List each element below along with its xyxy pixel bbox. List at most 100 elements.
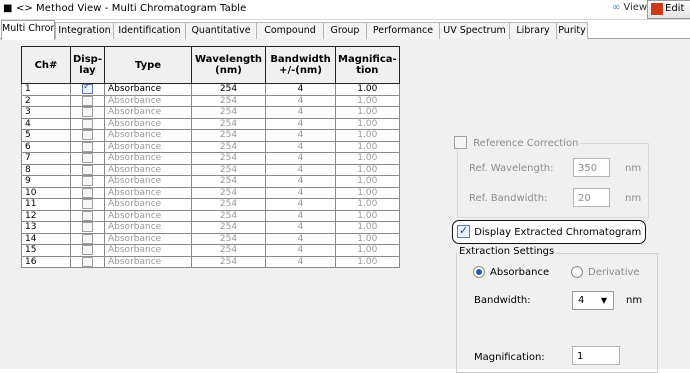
cell-bandwidth[interactable]: 4 (265, 175, 336, 188)
cell-type[interactable]: Absorbance (104, 106, 192, 119)
cell-magnification[interactable]: 1.00 (335, 232, 400, 245)
cell-wavelength[interactable]: 254 (191, 186, 266, 199)
table-row[interactable]: 16 Absorbance 254 4 1.00 (21, 255, 400, 268)
cell-wavelength[interactable]: 254 (191, 175, 266, 188)
cell-magnification[interactable]: 1.00 (335, 152, 400, 165)
cell-magnification[interactable]: 1.00 (335, 198, 400, 211)
cell-display[interactable] (70, 106, 105, 119)
cell-display[interactable] (70, 94, 105, 107)
display-checkbox[interactable] (82, 245, 93, 255)
cell-wavelength[interactable]: 254 (191, 209, 266, 222)
display-checkbox[interactable] (82, 118, 93, 129)
cell-ch[interactable]: 9 (21, 175, 71, 188)
cell-display[interactable] (70, 232, 105, 245)
cell-display[interactable] (70, 244, 105, 257)
tab-library[interactable]: Library (509, 22, 557, 39)
cell-bandwidth[interactable]: 4 (265, 129, 336, 142)
cell-wavelength[interactable]: 254 (191, 198, 266, 211)
reference-correction-checkbox[interactable]: Reference Correction (454, 136, 581, 149)
tab-performance[interactable]: Performance (366, 22, 440, 39)
tab-identification[interactable]: Identification (113, 22, 186, 39)
cell-wavelength[interactable]: 254 (191, 221, 266, 234)
cell-bandwidth[interactable]: 4 (265, 83, 336, 96)
bandwidth-dropdown[interactable]: 4 ▼ (572, 291, 614, 310)
tab-uv-spectrum[interactable]: UV Spectrum (439, 22, 510, 39)
cell-magnification[interactable]: 1.00 (335, 129, 400, 142)
cell-ch[interactable]: 5 (21, 129, 71, 142)
reference-correction-box[interactable] (454, 136, 467, 149)
cell-display[interactable] (70, 198, 105, 211)
cell-bandwidth[interactable]: 4 (265, 163, 336, 176)
table-row[interactable]: 3 Absorbance 254 4 1.00 (21, 106, 400, 119)
table-row[interactable]: 14 Absorbance 254 4 1.00 (21, 232, 400, 245)
display-checkbox[interactable] (82, 164, 93, 175)
cell-ch[interactable]: 13 (21, 221, 71, 234)
tab-multi-chrom[interactable]: Multi Chrom (1, 20, 55, 40)
table-row[interactable]: 12 Absorbance 254 4 1.00 (21, 209, 400, 222)
cell-ch[interactable]: 1 (21, 83, 71, 96)
cell-type[interactable]: Absorbance (104, 255, 192, 268)
cell-magnification[interactable]: 1.00 (335, 221, 400, 234)
cell-type[interactable]: Absorbance (104, 117, 192, 130)
cell-wavelength[interactable]: 254 (191, 83, 266, 96)
cell-wavelength[interactable]: 254 (191, 163, 266, 176)
tab-purity[interactable]: Purity (556, 22, 588, 39)
display-checkbox[interactable] (82, 141, 93, 152)
cell-wavelength[interactable]: 254 (191, 152, 266, 165)
cell-type[interactable]: Absorbance (104, 83, 192, 96)
cell-ch[interactable]: 12 (21, 209, 71, 222)
cell-type[interactable]: Absorbance (104, 175, 192, 188)
cell-ch[interactable]: 8 (21, 163, 71, 176)
view-button[interactable]: ∞ View (612, 2, 647, 13)
table-row[interactable]: 15 Absorbance 254 4 1.00 (21, 244, 400, 257)
table-row[interactable]: 7 Absorbance 254 4 1.00 (21, 152, 400, 165)
derivative-radio[interactable]: Derivative (571, 266, 640, 278)
magnification-input[interactable]: 1 (572, 346, 620, 365)
cell-bandwidth[interactable]: 4 (265, 244, 336, 257)
display-checkbox[interactable] (82, 256, 93, 267)
cell-type[interactable]: Absorbance (104, 129, 192, 142)
display-extracted-checkbox[interactable]: Display Extracted Chromatogram (457, 224, 641, 238)
cell-bandwidth[interactable]: 4 (265, 221, 336, 234)
cell-type[interactable]: Absorbance (104, 232, 192, 245)
ref-bandwidth-input[interactable]: 20 (573, 188, 610, 207)
cell-wavelength[interactable]: 254 (191, 255, 266, 268)
cell-display[interactable] (70, 140, 105, 153)
cell-wavelength[interactable]: 254 (191, 129, 266, 142)
cell-type[interactable]: Absorbance (104, 94, 192, 107)
display-checkbox[interactable] (82, 130, 93, 140)
cell-magnification[interactable]: 1.00 (335, 140, 400, 153)
cell-type[interactable]: Absorbance (104, 244, 192, 257)
cell-ch[interactable]: 2 (21, 94, 71, 107)
cell-bandwidth[interactable]: 4 (265, 140, 336, 153)
cell-type[interactable]: Absorbance (104, 140, 192, 153)
cell-bandwidth[interactable]: 4 (265, 198, 336, 211)
cell-bandwidth[interactable]: 4 (265, 106, 336, 119)
cell-type[interactable]: Absorbance (104, 152, 192, 165)
cell-magnification[interactable]: 1.00 (335, 94, 400, 107)
table-row[interactable]: 8 Absorbance 254 4 1.00 (21, 163, 400, 176)
cell-magnification[interactable]: 1.00 (335, 255, 400, 268)
cell-magnification[interactable]: 1.00 (335, 244, 400, 257)
cell-magnification[interactable]: 1.00 (335, 186, 400, 199)
table-row[interactable]: 9 Absorbance 254 4 1.00 (21, 175, 400, 188)
table-row[interactable]: 4 Absorbance 254 4 1.00 (21, 117, 400, 130)
cell-wavelength[interactable]: 254 (191, 117, 266, 130)
cell-bandwidth[interactable]: 4 (265, 186, 336, 199)
cell-magnification[interactable]: 1.00 (335, 209, 400, 222)
cell-magnification[interactable]: 1.00 (335, 163, 400, 176)
table-row[interactable]: 1 Absorbance25441.00 (21, 82, 400, 96)
cell-wavelength[interactable]: 254 (191, 232, 266, 245)
cell-type[interactable]: Absorbance (104, 198, 192, 211)
cell-display[interactable] (70, 209, 105, 222)
absorbance-radio[interactable]: Absorbance (473, 266, 549, 278)
cell-wavelength[interactable]: 254 (191, 140, 266, 153)
cell-bandwidth[interactable]: 4 (265, 209, 336, 222)
cell-ch[interactable]: 6 (21, 140, 71, 153)
cell-type[interactable]: Absorbance (104, 186, 192, 199)
table-row[interactable]: 13 Absorbance 254 4 1.00 (21, 221, 400, 234)
nav-arrows-icon[interactable]: <> (16, 3, 33, 14)
cell-wavelength[interactable]: 254 (191, 106, 266, 119)
tab-quantitative[interactable]: Quantitative (185, 22, 257, 39)
table-row[interactable]: 6 Absorbance 254 4 1.00 (21, 140, 400, 153)
